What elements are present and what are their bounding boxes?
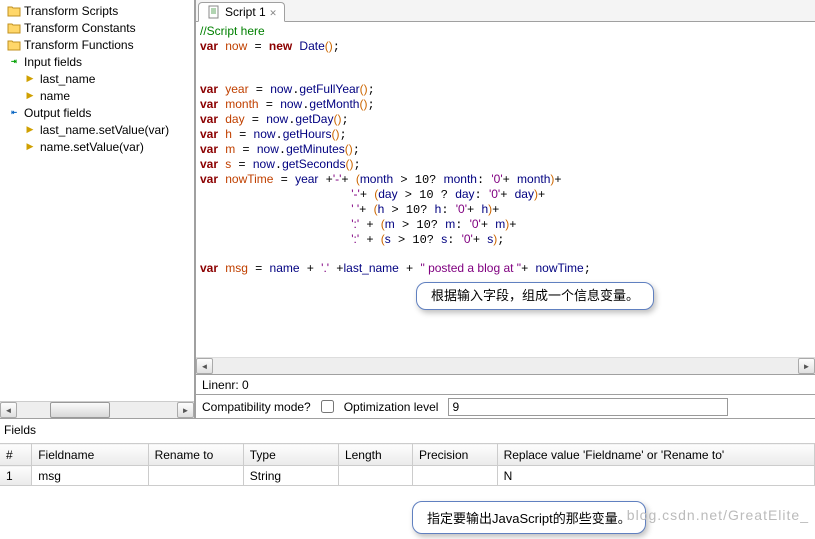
compat-bar: Compatibility mode? Optimization level	[196, 394, 815, 418]
scroll-thumb[interactable]	[50, 402, 110, 418]
field-icon: ▶	[22, 71, 38, 87]
tree-label: Transform Constants	[24, 21, 136, 35]
linenr-label: Linenr: 0	[202, 378, 249, 392]
folder-icon	[6, 3, 22, 19]
col-header[interactable]: Length	[338, 444, 412, 466]
callout-1: 根据输入字段，组成一个信息变量。	[416, 282, 654, 310]
optlevel-input[interactable]	[448, 398, 728, 416]
tree-label: Transform Scripts	[24, 4, 118, 18]
input-icon: ⇥	[6, 54, 22, 70]
editor-scrollbar[interactable]: ◄ ►	[196, 357, 815, 374]
tree-item-4[interactable]: ▶last_name	[4, 70, 194, 87]
scroll-track[interactable]	[17, 402, 177, 418]
tree-item-8[interactable]: ▶name.setValue(var)	[4, 138, 194, 155]
compat-label: Compatibility mode?	[202, 400, 311, 414]
field-icon: ▶	[22, 139, 38, 155]
field-icon: ▶	[22, 122, 38, 138]
scroll-track[interactable]	[213, 358, 798, 374]
col-header[interactable]: Rename to	[148, 444, 243, 466]
cell-replace[interactable]: N	[497, 466, 814, 486]
tab-label: Script 1	[225, 5, 266, 19]
cell-fieldname[interactable]: msg	[32, 466, 148, 486]
tree-item-3[interactable]: ⇥Input fields	[4, 53, 194, 70]
tree-label: Output fields	[24, 106, 91, 120]
watermark: blog.csdn.net/GreatElite_	[627, 507, 809, 523]
editor-pane: Script 1 ✕ //Script here var now = new D…	[195, 0, 815, 418]
tree-label: name	[40, 89, 70, 103]
tree-label: last_name.setValue(var)	[40, 123, 169, 137]
scroll-right-button[interactable]: ►	[798, 358, 815, 374]
col-header[interactable]: Replace value 'Fieldname' or 'Rename to'	[497, 444, 814, 466]
fields-panel: Fields #FieldnameRename toTypeLengthPrec…	[0, 418, 815, 486]
col-header[interactable]: Precision	[412, 444, 497, 466]
optimization-checkbox[interactable]	[321, 400, 334, 413]
col-header[interactable]: #	[0, 444, 32, 466]
script-icon	[207, 5, 221, 19]
cell-length[interactable]	[338, 466, 412, 486]
fields-title: Fields	[0, 419, 815, 443]
folder-icon	[6, 37, 22, 53]
cell-type[interactable]: String	[243, 466, 338, 486]
tree-item-5[interactable]: ▶name	[4, 87, 194, 104]
tree-item-1[interactable]: Transform Constants	[4, 19, 194, 36]
table-row[interactable]: 1 msg String N	[0, 466, 815, 486]
optlevel-label: Optimization level	[344, 400, 439, 414]
tree-item-7[interactable]: ▶last_name.setValue(var)	[4, 121, 194, 138]
code-editor[interactable]: //Script here var now = new Date(); var …	[196, 22, 815, 357]
scroll-left-button[interactable]: ◄	[0, 402, 17, 418]
tree-label: Transform Functions	[24, 38, 134, 52]
status-bar: Linenr: 0	[196, 374, 815, 394]
scroll-right-button[interactable]: ►	[177, 402, 194, 418]
output-icon: ⇤	[6, 105, 22, 121]
sidebar-scrollbar[interactable]: ◄ ►	[0, 401, 194, 418]
tree-item-0[interactable]: Transform Scripts	[4, 2, 194, 19]
fields-table: #FieldnameRename toTypeLengthPrecisionRe…	[0, 443, 815, 486]
close-icon[interactable]: ✕	[270, 6, 277, 19]
tab-script-1[interactable]: Script 1 ✕	[198, 2, 285, 22]
callout-2: 指定要输出JavaScript的那些变量。	[412, 501, 646, 534]
cell-precision[interactable]	[412, 466, 497, 486]
folder-icon	[6, 20, 22, 36]
tree-label: name.setValue(var)	[40, 140, 144, 154]
tree-item-2[interactable]: Transform Functions	[4, 36, 194, 53]
tree-label: last_name	[40, 72, 95, 86]
sidebar: Transform Scripts Transform Constants Tran…	[0, 0, 195, 418]
col-header[interactable]: Fieldname	[32, 444, 148, 466]
tab-bar: Script 1 ✕	[196, 0, 815, 22]
scroll-left-button[interactable]: ◄	[196, 358, 213, 374]
row-number: 1	[0, 466, 32, 486]
field-icon: ▶	[22, 88, 38, 104]
col-header[interactable]: Type	[243, 444, 338, 466]
cell-rename[interactable]	[148, 466, 243, 486]
tree-label: Input fields	[24, 55, 82, 69]
tree-item-6[interactable]: ⇤Output fields	[4, 104, 194, 121]
